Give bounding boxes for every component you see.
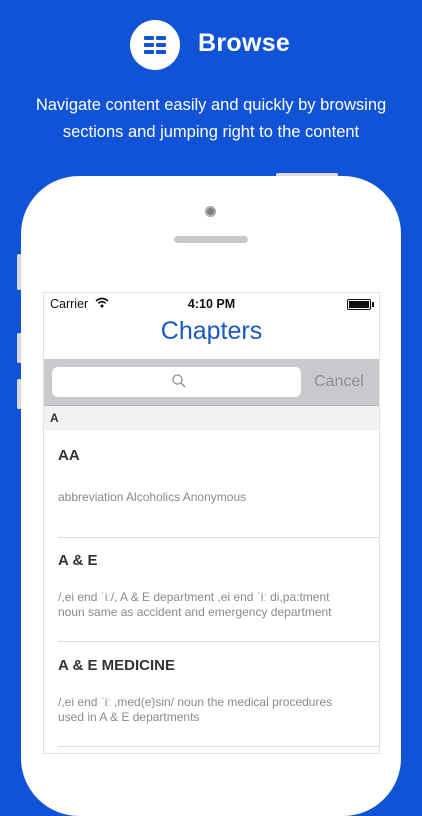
header-subtitle-line1: Navigate content easily and quickly by b… <box>35 96 387 114</box>
header-subtitle-line2: sections and jumping right to the conten… <box>62 123 360 141</box>
entry-term: A & E MEDICINE <box>58 657 175 674</box>
entry-definition-line2: noun same as accident and emergency depa… <box>58 605 332 619</box>
status-bar: Carrier 4:10 PM <box>44 293 379 315</box>
section-letter: A <box>50 411 59 425</box>
page-title: Chapters <box>160 317 263 345</box>
divider <box>58 746 379 747</box>
cancel-button[interactable]: Cancel <box>314 373 364 391</box>
entry-definition-line2: used in A & E departments <box>58 710 200 724</box>
entry-definition-line1: abbreviation Alcoholics Anonymous <box>58 490 247 504</box>
entry-term: AA <box>58 447 80 464</box>
entry-definition: /,ei end ˈiː ,med(e)sin/ noun the medica… <box>58 695 373 725</box>
search-bar: Cancel <box>44 359 379 406</box>
divider <box>58 537 379 538</box>
entry-definition: /,ei end ˈiː/, A & E department ,ei end … <box>58 590 373 620</box>
header-subtitle: Navigate content easily and quickly by b… <box>0 92 422 146</box>
list-item[interactable]: A & E MEDICINE /,ei end ˈiː ,med(e)sin/ … <box>44 657 379 747</box>
header-title: Browse <box>198 29 291 57</box>
entry-definition: abbreviation Alcoholics Anonymous <box>58 490 373 505</box>
status-time: 4:10 PM <box>187 297 236 311</box>
speaker-grille <box>174 236 248 243</box>
camera-icon <box>205 206 216 217</box>
search-input[interactable] <box>52 367 301 397</box>
entry-definition-line1: /,ei end ˈiː ,med(e)sin/ noun the medica… <box>58 695 333 709</box>
phone-screen: Carrier 4:10 PM Chapters Cancel A AA abb… <box>43 292 380 754</box>
list-item[interactable]: A & E /,ei end ˈiː/, A & E department ,e… <box>44 552 379 642</box>
entry-term: A & E <box>58 552 98 569</box>
entry-definition-line1: /,ei end ˈiː/, A & E department ,ei end … <box>58 590 330 604</box>
divider <box>58 641 379 642</box>
list-icon <box>130 20 180 70</box>
list-item[interactable]: AA abbreviation Alcoholics Anonymous <box>44 447 379 537</box>
section-header: A <box>44 406 379 430</box>
search-icon <box>172 374 186 388</box>
battery-icon <box>347 299 374 310</box>
